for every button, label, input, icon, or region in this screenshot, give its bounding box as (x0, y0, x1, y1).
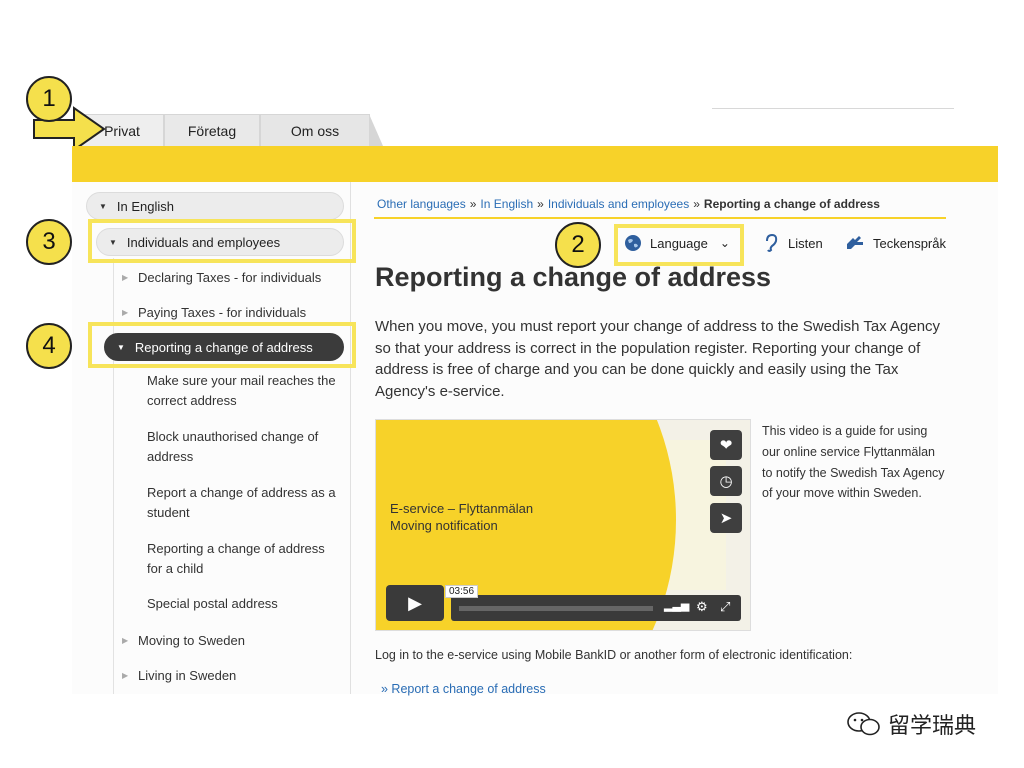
breadcrumb-separator: » (537, 197, 544, 211)
sidebar-subitem[interactable]: Special postal address (147, 594, 278, 614)
sidebar-subitem[interactable]: Reporting a change of address for a chil… (147, 539, 337, 579)
caret-down-icon: ▼ (99, 201, 107, 211)
caret-right-icon: ▶ (122, 671, 129, 680)
video-control-bar: ▂▃▅ ⚙ ⤢ (451, 595, 741, 621)
sidebar-item-paying[interactable]: ▶ Paying Taxes - for individuals (122, 303, 307, 323)
globe-icon (625, 235, 641, 251)
caret-right-icon: ▶ (122, 636, 129, 645)
clock-icon[interactable]: ◷ (710, 466, 742, 496)
sidebar-subitem[interactable]: Report a change of address as a student (147, 483, 343, 523)
caret-right-icon: ▶ (122, 308, 129, 317)
chevron-down-icon: ⌄ (719, 236, 730, 250)
sign-language-label: Teckenspråk (873, 235, 946, 251)
ear-icon (766, 234, 778, 252)
video-title: E-service – Flyttanmälan Moving notifica… (390, 500, 533, 534)
highlight-box-3 (88, 219, 356, 263)
breadcrumb-separator: » (693, 197, 700, 211)
video-title-line: Moving notification (390, 518, 498, 533)
listen-button[interactable]: Listen (764, 234, 823, 252)
page-title: Reporting a change of address (375, 262, 772, 292)
video-caption: This video is a guide for using our onli… (762, 424, 945, 501)
report-change-link[interactable]: » Report a change of address (381, 682, 546, 696)
breadcrumb-separator: » (469, 197, 477, 211)
heart-icon[interactable]: ❤ (710, 430, 742, 460)
settings-icon[interactable]: ⚙ (696, 599, 708, 615)
sidebar-item-label: Living in Sweden (138, 668, 237, 683)
tab-om-oss[interactable]: Om oss (260, 114, 383, 146)
language-dropdown[interactable]: Language ⌄ (624, 234, 730, 252)
search-field-underline[interactable] (712, 108, 954, 109)
main-tabs: Privat Företag Om oss (80, 114, 383, 146)
breadcrumb-link[interactable]: Individuals and employees (548, 197, 689, 211)
play-button[interactable]: ▶ (386, 585, 444, 621)
sidebar-item-living[interactable]: ▶ Living in Sweden (122, 666, 237, 686)
sidebar-item-label: Moving to Sweden (138, 633, 245, 648)
wechat-icon (847, 712, 880, 736)
video-duration: 03:56 (445, 585, 479, 598)
video-player[interactable]: E-service – Flyttanmälan Moving notifica… (375, 419, 751, 631)
intro-paragraph: When you move, you must report your chan… (375, 318, 941, 400)
annotation-number: 1 (26, 76, 72, 122)
listen-label: Listen (788, 235, 823, 251)
sidebar-subitem[interactable]: Make sure your mail reaches the correct … (147, 371, 337, 411)
watermark-text: 留学瑞典 (888, 713, 977, 738)
header-yellow-band (72, 146, 998, 182)
sidebar-item-declaring[interactable]: ▶ Declaring Taxes - for individuals (122, 268, 322, 288)
caret-right-icon: ▶ (122, 273, 129, 282)
video-progress-bar[interactable] (459, 606, 653, 611)
breadcrumb-current: Reporting a change of address (703, 197, 880, 211)
sidebar-item-label: Declaring Taxes - for individuals (138, 270, 322, 285)
watermark: 留学瑞典 (846, 708, 976, 740)
volume-icon[interactable]: ▂▃▅ (664, 599, 689, 612)
share-icon[interactable]: ➤ (710, 503, 742, 533)
tab-foretag[interactable]: Företag (164, 114, 273, 146)
annotation-number: 3 (26, 219, 72, 265)
breadcrumb-link[interactable]: In English (480, 197, 533, 211)
sign-language-icon (847, 236, 863, 249)
fullscreen-icon[interactable]: ⤢ (720, 599, 730, 615)
login-instructions: Log in to the e-service using Mobile Ban… (375, 648, 853, 662)
sidebar-item-in-english[interactable]: ▼ In English (86, 192, 344, 220)
annotation-number: 4 (26, 323, 72, 369)
breadcrumb-link[interactable]: Other languages (377, 197, 466, 211)
breadcrumb-underline (374, 217, 946, 219)
sign-language-button[interactable]: Teckenspråk (845, 234, 946, 252)
sidebar-item-moving[interactable]: ▶ Moving to Sweden (122, 631, 245, 651)
highlight-box-4 (88, 322, 356, 368)
sidebar-item-label: Paying Taxes - for individuals (138, 305, 307, 320)
language-label: Language (650, 235, 708, 251)
sidebar-item-label: In English (116, 198, 175, 214)
breadcrumb: Other languages» In English» Individuals a… (377, 197, 880, 211)
video-title-line: E-service – Flyttanmälan (390, 501, 534, 516)
sidebar-subitem[interactable]: Block unauthorised change of address (147, 427, 337, 467)
